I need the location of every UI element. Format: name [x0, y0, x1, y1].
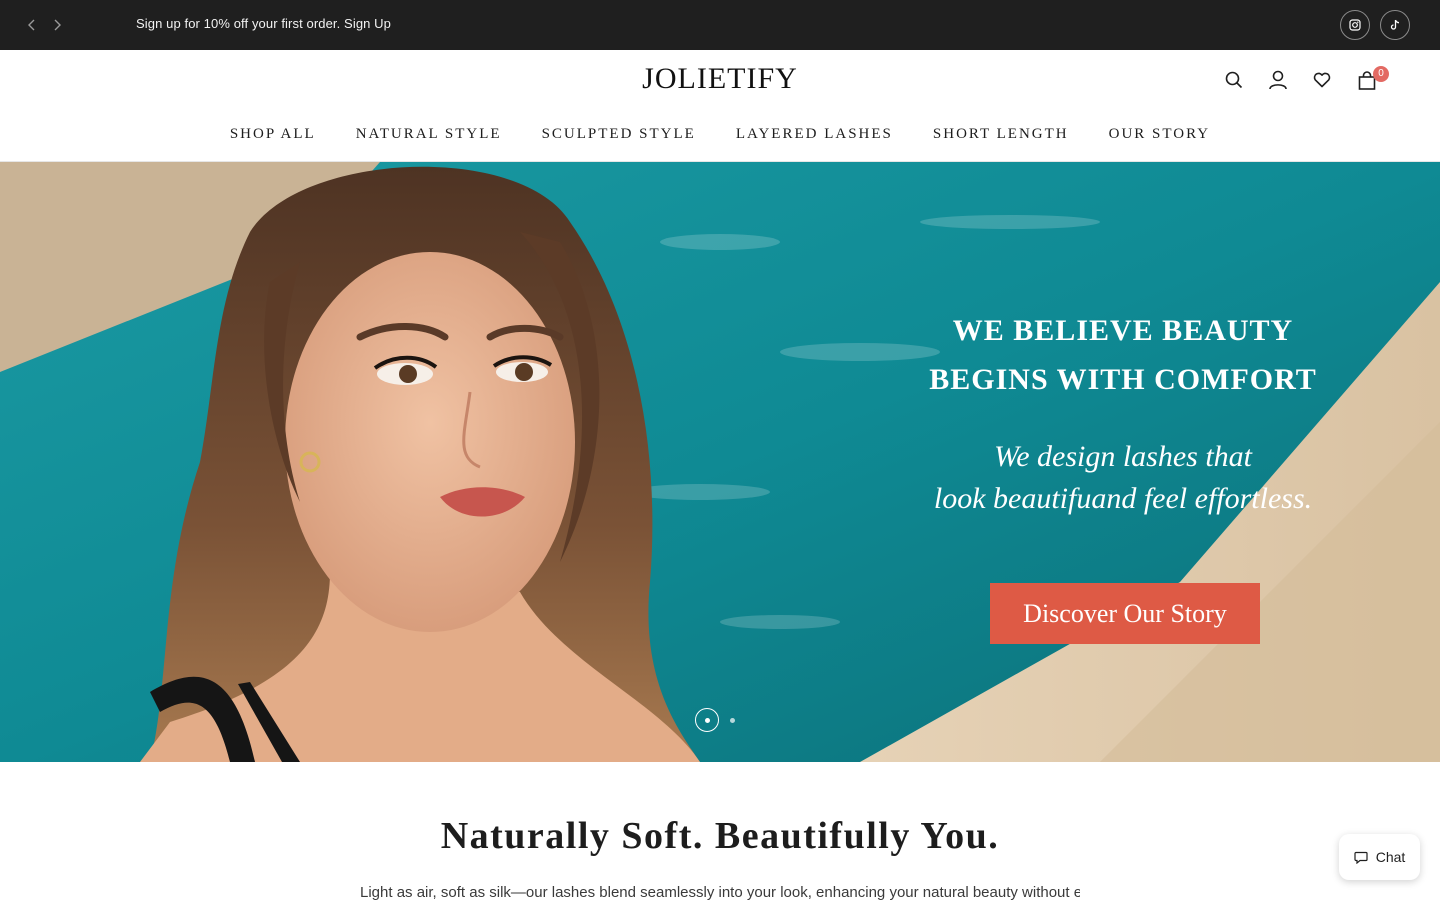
hero-headline: WE BELIEVE BEAUTY BEGINS WITH COMFORT — [880, 306, 1366, 404]
nav-short-length[interactable]: SHORT LENGTH — [933, 126, 1069, 143]
chat-label: Chat — [1375, 849, 1406, 865]
instagram-icon — [1349, 19, 1361, 31]
instagram-link[interactable] — [1340, 10, 1370, 40]
hero-slideshow: WE BELIEVE BEAUTY BEGINS WITH COMFORT We… — [0, 162, 1440, 762]
slide-dot-2[interactable] — [730, 718, 735, 723]
hero-subheading-line-2: look beautifuand feel effortless. — [933, 482, 1313, 515]
chevron-left-icon — [28, 19, 35, 31]
announcement-next-button[interactable] — [47, 15, 67, 35]
tiktok-icon — [1390, 19, 1400, 30]
nav-layered-lashes[interactable]: LAYERED LASHES — [736, 126, 893, 143]
heart-icon — [1313, 72, 1331, 88]
nav-sculpted-style[interactable]: SCULPTED STYLE — [542, 126, 696, 143]
announcement-prev-button[interactable] — [22, 15, 42, 35]
cart-count-badge: 0 — [1373, 66, 1389, 82]
chat-button[interactable]: Chat — [1339, 834, 1420, 880]
tiktok-link[interactable] — [1380, 10, 1410, 40]
chat-bubble-icon — [1354, 851, 1368, 864]
announcement-message[interactable]: Sign up for 10% off your first order. Si… — [136, 16, 391, 31]
chevron-right-icon — [54, 19, 61, 31]
account-button[interactable] — [1266, 68, 1290, 92]
site-header: JOLIETIFY 0 SHOP ALL NATURAL STYLE SCULP… — [0, 50, 1440, 162]
intro-text: Light as air, soft as silk—our lashes bl… — [360, 884, 1080, 900]
announcement-bar: Sign up for 10% off your first order. Si… — [0, 0, 1440, 50]
search-icon — [1225, 71, 1243, 89]
slide-dot-1-active[interactable] — [695, 708, 719, 732]
discover-our-story-button[interactable]: Discover Our Story — [990, 583, 1260, 644]
hero-subheading: We design lashes that look beautifuand f… — [880, 436, 1366, 520]
hero-headline-line-2: BEGINS WITH COMFORT — [929, 363, 1317, 396]
nav-natural-style[interactable]: NATURAL STYLE — [356, 126, 502, 143]
nav-shop-all[interactable]: SHOP ALL — [230, 126, 316, 143]
hero-headline-line-1: WE BELIEVE BEAUTY — [952, 314, 1294, 347]
site-logo[interactable]: JOLIETIFY — [620, 62, 820, 96]
hero-subheading-line-1: We design lashes that — [993, 440, 1253, 473]
main-nav: SHOP ALL NATURAL STYLE SCULPTED STYLE LA… — [0, 126, 1440, 143]
nav-our-story[interactable]: OUR STORY — [1109, 126, 1211, 143]
account-icon — [1269, 70, 1287, 90]
search-button[interactable] — [1222, 68, 1246, 92]
intro-heading: Naturally Soft. Beautifully You. — [440, 815, 1000, 857]
wishlist-button[interactable] — [1310, 68, 1334, 92]
